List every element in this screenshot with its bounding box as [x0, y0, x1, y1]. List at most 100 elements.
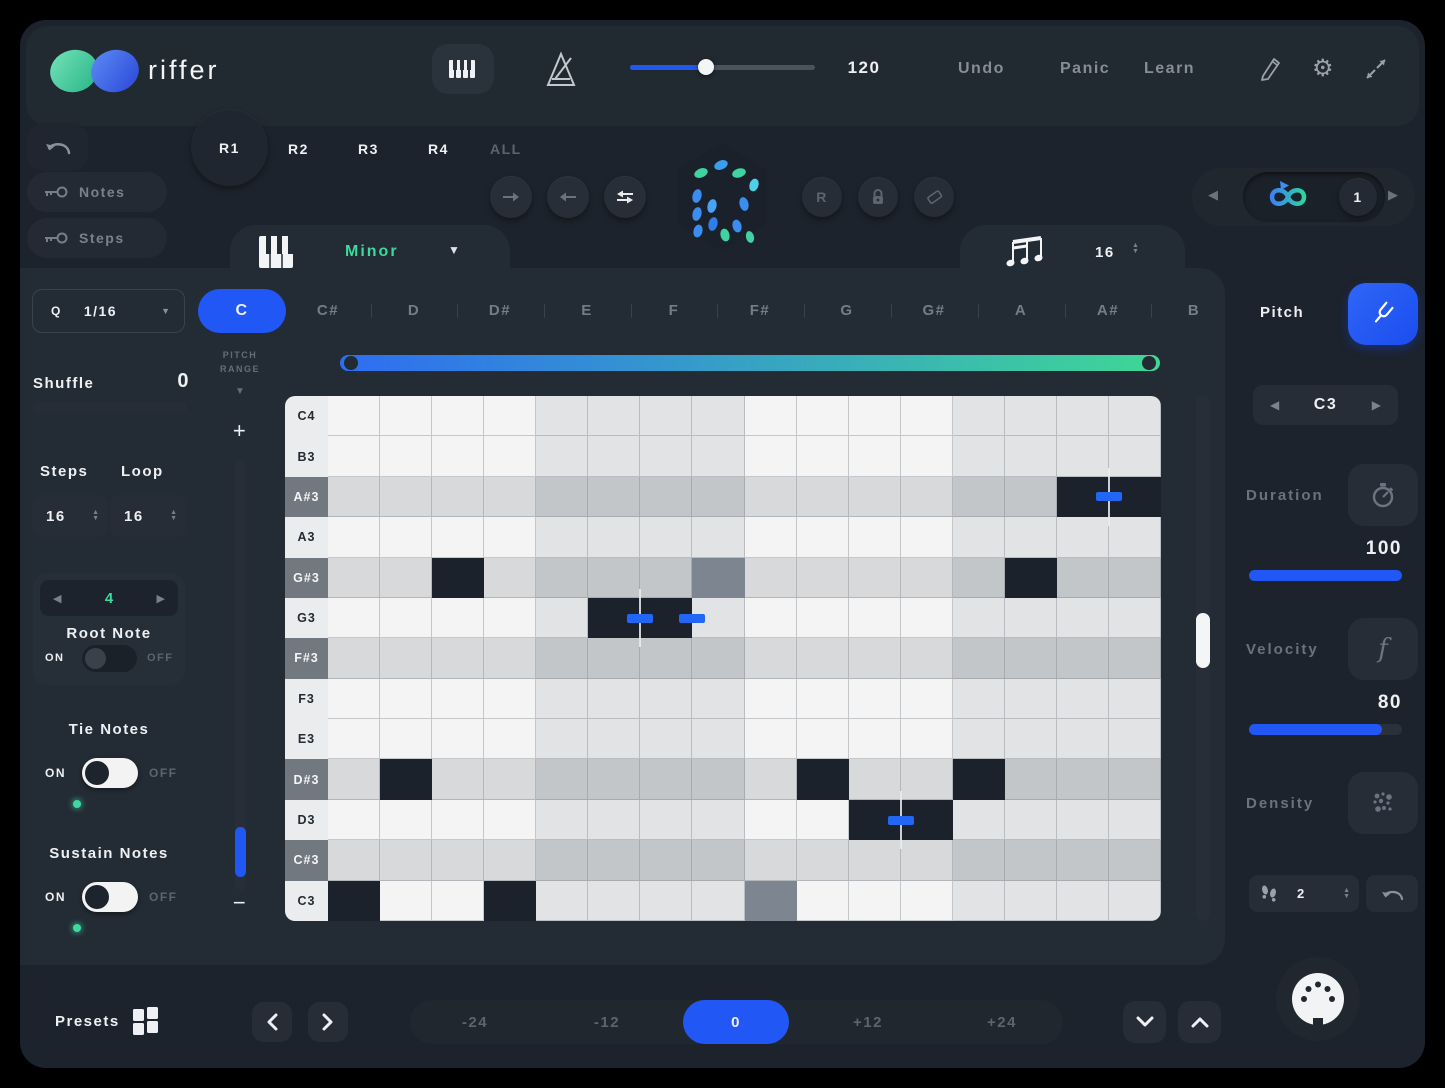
- transpose-zero-selected[interactable]: 0: [683, 1000, 789, 1044]
- grid-cell[interactable]: [588, 800, 640, 840]
- grid-cell[interactable]: [901, 759, 953, 799]
- r-mode-button[interactable]: R: [802, 177, 842, 217]
- keyboard-toggle-button[interactable]: [432, 44, 494, 94]
- presets-grid-icon[interactable]: [132, 1006, 160, 1036]
- grid-cell[interactable]: [797, 558, 849, 598]
- duration-button[interactable]: [1348, 464, 1418, 526]
- grid-cell[interactable]: [380, 881, 432, 921]
- grid-cell[interactable]: [953, 840, 1005, 880]
- grid-cell[interactable]: [588, 436, 640, 476]
- grid-cell[interactable]: [1109, 840, 1161, 880]
- grid-cell[interactable]: [1057, 558, 1109, 598]
- grid-cell[interactable]: [1057, 800, 1109, 840]
- grid-cell[interactable]: [640, 558, 692, 598]
- shift-left-button[interactable]: [547, 176, 589, 218]
- note-cell[interactable]: [328, 881, 380, 921]
- next-arrow-icon[interactable]: ▶: [157, 592, 165, 605]
- key-gsharp[interactable]: G#: [912, 302, 956, 319]
- note-cell[interactable]: [797, 759, 849, 799]
- grid-cell[interactable]: [536, 598, 588, 638]
- grid-cell[interactable]: [797, 800, 849, 840]
- shuffle-slider[interactable]: [32, 402, 187, 413]
- grid-cell[interactable]: [380, 598, 432, 638]
- grid-cell[interactable]: [328, 477, 380, 517]
- grid-cell[interactable]: [953, 638, 1005, 678]
- grid-cell[interactable]: [484, 436, 536, 476]
- grid-cell[interactable]: [588, 719, 640, 759]
- grid-cell[interactable]: [953, 881, 1005, 921]
- grid-cell[interactable]: [745, 598, 797, 638]
- presets-label[interactable]: Presets: [55, 1013, 120, 1030]
- grid-cell[interactable]: [745, 679, 797, 719]
- grid-cell[interactable]: [432, 881, 484, 921]
- grid-cell[interactable]: [849, 840, 901, 880]
- grid-cell[interactable]: [692, 477, 744, 517]
- riff-tab-r4[interactable]: R4: [428, 141, 449, 157]
- grid-cell[interactable]: [640, 759, 692, 799]
- grid-cell[interactable]: [901, 679, 953, 719]
- grid-cell[interactable]: [745, 840, 797, 880]
- grid-cell[interactable]: [1005, 436, 1057, 476]
- grid-cell[interactable]: [953, 719, 1005, 759]
- grid-cell[interactable]: [484, 719, 536, 759]
- grid-cell[interactable]: [328, 719, 380, 759]
- grid-cell[interactable]: [432, 759, 484, 799]
- grid-cell[interactable]: [1005, 719, 1057, 759]
- grid-cell[interactable]: [588, 517, 640, 557]
- grid-cell[interactable]: [1109, 719, 1161, 759]
- pencil-icon[interactable]: [1256, 53, 1284, 83]
- grid-cell[interactable]: [380, 679, 432, 719]
- grid-cell[interactable]: [1005, 759, 1057, 799]
- grid-cell[interactable]: [849, 517, 901, 557]
- grid-cell[interactable]: [745, 517, 797, 557]
- grid-cell[interactable]: [953, 477, 1005, 517]
- grid-cell[interactable]: [692, 840, 744, 880]
- grid-cell[interactable]: [901, 396, 953, 436]
- shift-right-button[interactable]: [490, 176, 532, 218]
- loop-stepper[interactable]: 16 ▲▼: [110, 495, 186, 537]
- grid-cell[interactable]: [692, 396, 744, 436]
- grid-cell[interactable]: [849, 477, 901, 517]
- grid-cell[interactable]: [901, 558, 953, 598]
- grid-cell[interactable]: [588, 396, 640, 436]
- grid-cell[interactable]: [745, 719, 797, 759]
- grid-cell[interactable]: [588, 477, 640, 517]
- loop-prev-arrow[interactable]: ◀: [1208, 187, 1218, 203]
- key-g[interactable]: G: [825, 302, 869, 319]
- stepper-arrows[interactable]: ▲▼: [170, 510, 177, 522]
- grid-cell[interactable]: [640, 517, 692, 557]
- grid-cell[interactable]: [901, 436, 953, 476]
- grid-cell[interactable]: [536, 679, 588, 719]
- note-cell[interactable]: [432, 558, 484, 598]
- grid-cell[interactable]: [901, 477, 953, 517]
- root-note-value-selector[interactable]: ◀ 4 ▶: [40, 580, 178, 616]
- grid-cell[interactable]: [745, 396, 797, 436]
- transpose-plus12[interactable]: +12: [838, 1014, 898, 1031]
- grid-cell[interactable]: [1109, 517, 1161, 557]
- grid-cell[interactable]: [380, 477, 432, 517]
- grid-cell[interactable]: [328, 840, 380, 880]
- grid-cell[interactable]: [901, 719, 953, 759]
- pitch-tool-button[interactable]: [1348, 283, 1418, 345]
- piano-roll-grid[interactable]: C4B3A#3A3G#3G3F#3F3E3D#3D3C#3C3: [285, 396, 1161, 921]
- note-cell[interactable]: [484, 881, 536, 921]
- root-note-toggle[interactable]: [82, 645, 137, 672]
- grid-cell[interactable]: [380, 840, 432, 880]
- steps-stepper[interactable]: 16 ▲▼: [32, 495, 108, 537]
- grid-cell[interactable]: [849, 881, 901, 921]
- grid-cell[interactable]: [849, 759, 901, 799]
- quantize-dropdown[interactable]: Q 1/16 ▼: [32, 289, 185, 333]
- midi-connector-icon[interactable]: [1291, 972, 1345, 1026]
- grid-cell[interactable]: [745, 477, 797, 517]
- tie-dash[interactable]: [679, 614, 705, 623]
- grid-cell[interactable]: [484, 598, 536, 638]
- grid-cell[interactable]: [849, 436, 901, 476]
- grid-cell[interactable]: [536, 477, 588, 517]
- grid-cell[interactable]: [432, 840, 484, 880]
- grid-cell[interactable]: [1005, 800, 1057, 840]
- grid-cell[interactable]: [901, 598, 953, 638]
- grid-cell[interactable]: [1057, 396, 1109, 436]
- grid-cell[interactable]: [432, 638, 484, 678]
- grid-cell[interactable]: [692, 517, 744, 557]
- dice-randomize-button[interactable]: [667, 142, 777, 252]
